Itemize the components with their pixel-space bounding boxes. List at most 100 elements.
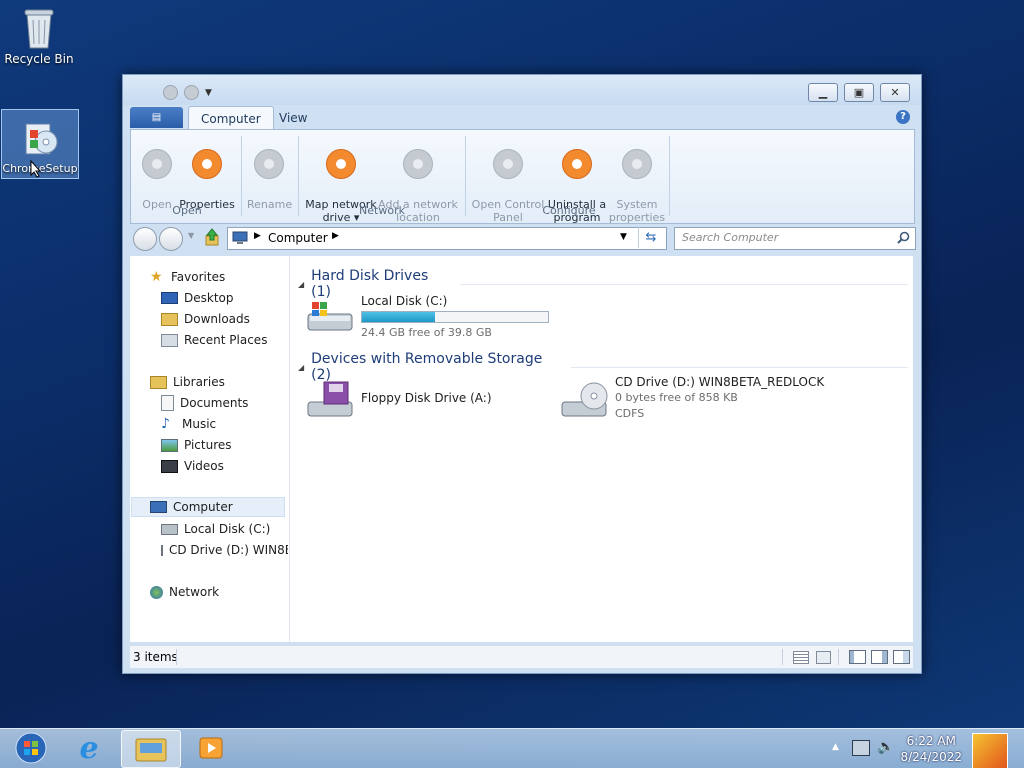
open-control-panel-button[interactable]: Open Control Panel bbox=[469, 136, 547, 237]
system-properties-button[interactable]: System properties bbox=[605, 136, 669, 237]
nav-pictures-label: Pictures bbox=[184, 438, 232, 452]
collapse-triangle-icon[interactable]: ◢ bbox=[298, 363, 304, 372]
hard-disk-icon bbox=[161, 523, 178, 535]
network-globe-icon bbox=[150, 585, 163, 599]
address-bar[interactable]: ▶ Computer ▶ ▼ ⇆ bbox=[227, 227, 667, 250]
search-input[interactable]: Search Computer bbox=[674, 227, 916, 250]
floppy-drive-item[interactable]: Floppy Disk Drive (A:) bbox=[306, 376, 536, 424]
qat-customize-icon[interactable]: ▼ bbox=[205, 88, 212, 98]
search-icon[interactable] bbox=[897, 231, 910, 247]
back-button[interactable] bbox=[133, 227, 157, 251]
taskbar-file-explorer[interactable] bbox=[121, 730, 181, 768]
refresh-icon[interactable]: ⇆ bbox=[638, 227, 663, 248]
help-icon[interactable]: ? bbox=[896, 110, 910, 124]
nav-computer[interactable]: Computer bbox=[131, 497, 285, 517]
nav-favorites[interactable]: ★ Favorites bbox=[150, 267, 225, 287]
rename-button[interactable]: Rename bbox=[247, 136, 292, 224]
forward-button[interactable] bbox=[159, 227, 183, 251]
recent-locations-icon[interactable]: ▼ bbox=[188, 231, 194, 240]
nav-local-disk[interactable]: Local Disk (C:) bbox=[161, 519, 270, 539]
tab-computer[interactable]: Computer bbox=[188, 106, 274, 130]
nav-desktop[interactable]: Desktop bbox=[161, 288, 234, 308]
nav-network[interactable]: Network bbox=[150, 582, 219, 602]
taskbar-media-player[interactable] bbox=[182, 730, 240, 766]
cd-drive-name: CD Drive (D:) WIN8BETA_REDLOCK bbox=[615, 375, 825, 389]
group-divider bbox=[460, 283, 908, 285]
qat-properties-icon[interactable] bbox=[163, 85, 178, 100]
nav-cd-drive[interactable]: CD Drive (D:) WIN8B bbox=[161, 540, 288, 560]
nav-pictures[interactable]: Pictures bbox=[161, 435, 232, 455]
breadcrumb-chevron-icon[interactable]: ▶ bbox=[332, 231, 339, 241]
taskbar-internet-explorer[interactable]: e bbox=[60, 730, 118, 766]
system-clock[interactable]: 6:22 AM 8/24/2022 bbox=[900, 733, 962, 765]
clock-time: 6:22 AM bbox=[906, 734, 956, 748]
chrome-setup[interactable]: ChromeSetup bbox=[1, 109, 79, 179]
rename-icon bbox=[254, 149, 284, 179]
open-icon bbox=[142, 149, 172, 179]
details-pane-toggle-icon[interactable] bbox=[893, 650, 910, 664]
ribbon-separator bbox=[241, 136, 242, 216]
ribbon-tabs: ▤ Computer View ? bbox=[130, 106, 914, 130]
qat-new-folder-icon[interactable] bbox=[184, 85, 199, 100]
title-bar[interactable]: ▼ ▁ ▣ ✕ bbox=[123, 75, 921, 105]
status-divider bbox=[782, 649, 783, 665]
nav-documents-label: Documents bbox=[180, 396, 249, 410]
collapse-triangle-icon[interactable]: ◢ bbox=[298, 280, 304, 289]
recycle-bin[interactable]: Recycle Bin bbox=[1, 0, 77, 66]
details-view-icon[interactable] bbox=[793, 651, 809, 664]
floppy-disk-icon bbox=[306, 380, 354, 423]
tiles-view-icon[interactable] bbox=[816, 651, 831, 664]
breadcrumb-chevron-icon[interactable]: ▶ bbox=[254, 231, 261, 241]
mouse-cursor-icon bbox=[30, 160, 42, 178]
desktop-icon bbox=[161, 292, 178, 304]
nav-documents[interactable]: Documents bbox=[161, 393, 248, 413]
map-network-drive-button[interactable]: Map network drive ▾ bbox=[305, 136, 377, 237]
nav-local-disk-label: Local Disk (C:) bbox=[184, 522, 271, 536]
file-menu-button[interactable]: ▤ bbox=[130, 107, 183, 128]
nav-favorites-label: Favorites bbox=[171, 270, 226, 284]
documents-icon bbox=[161, 395, 174, 411]
cd-drive-filesystem: CDFS bbox=[615, 407, 645, 420]
star-icon: ★ bbox=[150, 269, 163, 285]
ribbon-separator bbox=[298, 136, 299, 216]
uninstall-program-button[interactable]: Uninstall a program bbox=[545, 136, 609, 237]
ribbon-separator bbox=[669, 136, 670, 216]
start-button[interactable] bbox=[2, 730, 60, 766]
media-player-icon bbox=[199, 737, 223, 759]
add-network-location-button[interactable]: Add a network location bbox=[378, 136, 458, 237]
group-configure-label: Configure bbox=[542, 204, 596, 217]
address-dropdown-icon[interactable]: ▼ bbox=[620, 232, 627, 242]
ribbon: Open Properties Open Rename Map network … bbox=[130, 129, 915, 224]
nav-downloads[interactable]: Downloads bbox=[161, 309, 250, 329]
up-arrow-icon[interactable] bbox=[204, 228, 220, 246]
network-status-icon[interactable] bbox=[852, 740, 870, 756]
control-panel-icon bbox=[493, 149, 523, 179]
quick-access-toolbar: ▼ bbox=[163, 85, 212, 100]
show-hidden-icons-icon[interactable]: ▲ bbox=[832, 742, 839, 752]
status-bar: 3 items bbox=[130, 645, 913, 668]
nav-libraries[interactable]: Libraries bbox=[150, 372, 225, 392]
ribbon-separator bbox=[465, 136, 466, 216]
recycle-bin-icon bbox=[19, 6, 59, 50]
volume-muted-icon[interactable]: 🔈 bbox=[877, 739, 894, 755]
nav-recent-places[interactable]: Recent Places bbox=[161, 330, 267, 350]
tab-view[interactable]: View bbox=[267, 106, 319, 129]
nav-computer-label: Computer bbox=[173, 500, 233, 514]
nav-music[interactable]: ♪ Music bbox=[161, 414, 216, 434]
nav-cd-drive-label: CD Drive (D:) WIN8B bbox=[169, 543, 288, 557]
local-disk-item[interactable]: Local Disk (C:) 24.4 GB free of 39.8 GB bbox=[306, 292, 556, 339]
cd-drive-icon bbox=[161, 544, 163, 556]
show-desktop-button[interactable] bbox=[972, 733, 1008, 768]
navigation-pane-toggle-icon[interactable] bbox=[849, 650, 866, 664]
breadcrumb-computer[interactable]: Computer bbox=[268, 231, 328, 245]
minimize-button[interactable]: ▁ bbox=[808, 83, 838, 102]
maximize-button[interactable]: ▣ bbox=[844, 83, 874, 102]
close-button[interactable]: ✕ bbox=[880, 83, 910, 102]
preview-pane-toggle-icon[interactable] bbox=[871, 650, 888, 664]
address-row: ▼ ▶ Computer ▶ ▼ ⇆ Search Computer bbox=[130, 225, 916, 251]
nav-videos[interactable]: Videos bbox=[161, 456, 224, 476]
computer-icon bbox=[232, 231, 248, 248]
navigation-pane: ★ Favorites Desktop Downloads Recent Pla… bbox=[130, 256, 290, 642]
computer-icon bbox=[150, 501, 167, 513]
cd-drive-item[interactable]: CD Drive (D:) WIN8BETA_REDLOCK 0 bytes f… bbox=[560, 375, 850, 424]
